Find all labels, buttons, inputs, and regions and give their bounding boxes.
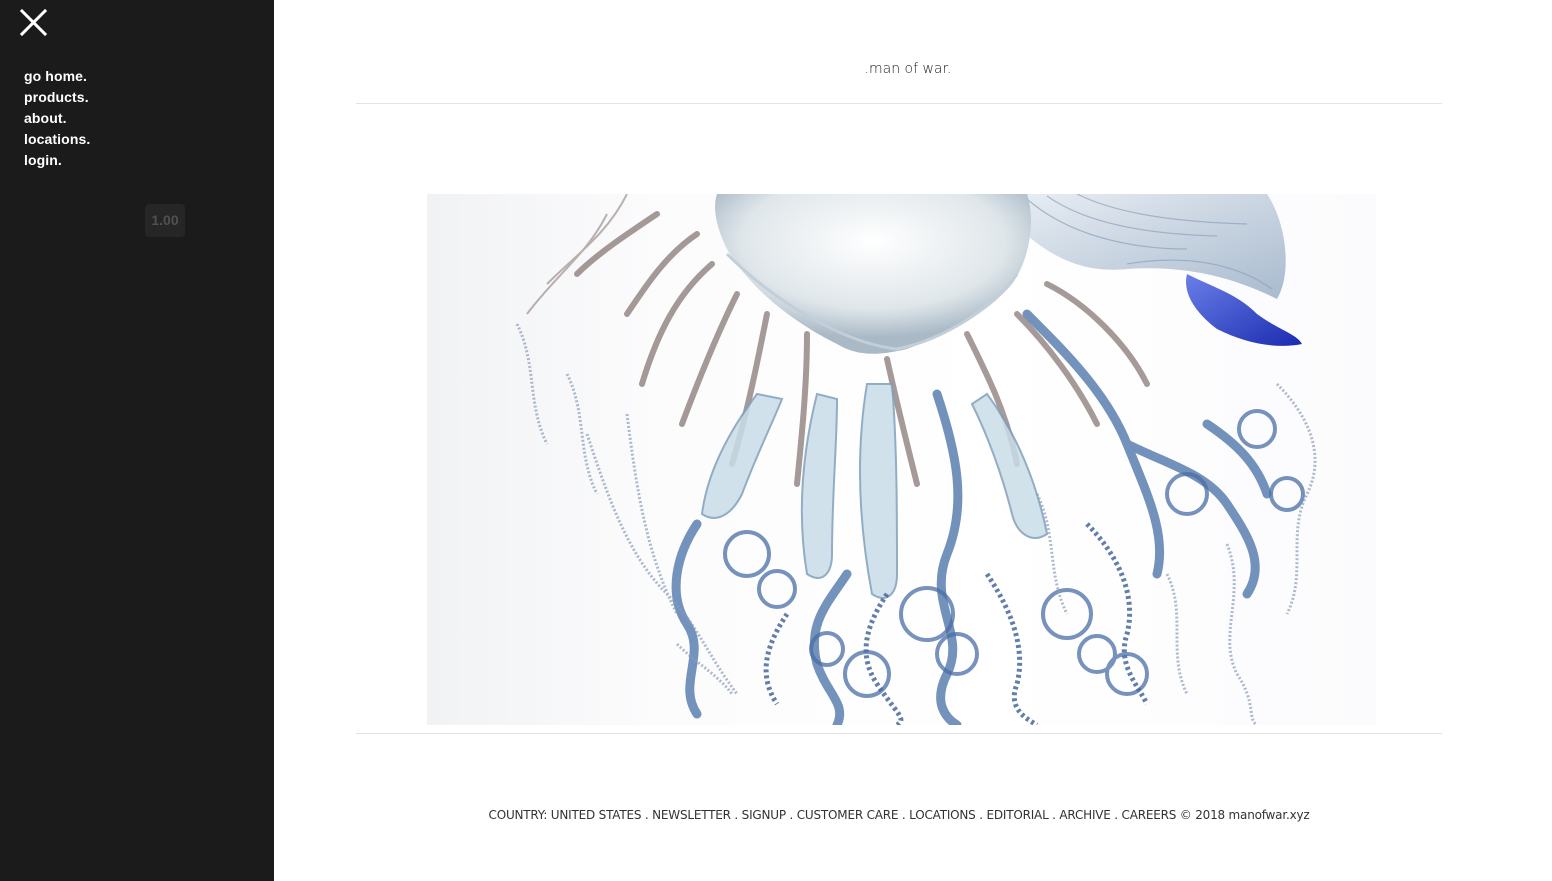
- nav-item-locations[interactable]: locations.: [24, 129, 90, 150]
- footer-links[interactable]: COUNTRY: UNITED STATES . NEWSLETTER . SI…: [274, 808, 1524, 822]
- site-title[interactable]: .man of war.: [274, 61, 1542, 77]
- nav-item-go-home[interactable]: go home.: [24, 66, 90, 87]
- playback-rate-badge: 1.00: [145, 204, 185, 237]
- nav-item-about[interactable]: about.: [24, 108, 90, 129]
- hero-image: [427, 194, 1376, 725]
- footer-divider: [356, 733, 1442, 734]
- header-divider: [356, 103, 1442, 104]
- nav-item-products[interactable]: products.: [24, 87, 90, 108]
- side-nav: go home. products. about. locations. log…: [24, 66, 90, 171]
- main-content: .man of war. COUNTRY: UNITED STATES . NE…: [274, 0, 1552, 881]
- side-menu: go home. products. about. locations. log…: [0, 0, 274, 881]
- nav-item-login[interactable]: login.: [24, 150, 90, 171]
- close-icon[interactable]: [18, 6, 50, 38]
